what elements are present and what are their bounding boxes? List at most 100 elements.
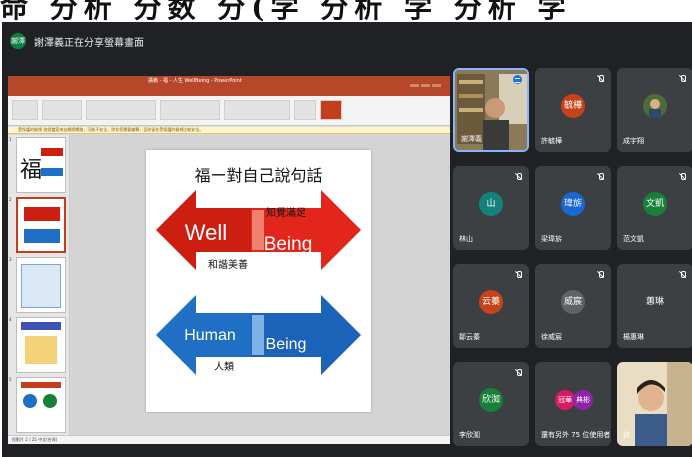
ribbon — [8, 96, 450, 126]
presenter-avatar: 謝澤 — [10, 33, 26, 49]
slide-editor[interactable]: 福ー對自己說句話 Well Being 知覺滿足 和諧美善 Human Bein… — [71, 135, 450, 435]
participant-avatar: 文凱 — [643, 192, 667, 216]
font-tools[interactable] — [86, 100, 156, 120]
thumb-shape — [21, 264, 61, 308]
fold-shape — [252, 210, 264, 250]
participant-tile[interactable]: 文凱 范文凱 — [617, 166, 692, 250]
well-label: Well — [185, 220, 227, 245]
mic-off-icon — [597, 173, 604, 181]
thumb-shape — [25, 336, 57, 364]
participant-avatar: 瑋旂 — [561, 192, 585, 216]
ppt-status-bar: 投影片 2 / 25 中文(台灣) — [8, 435, 450, 444]
speaking-indicator-icon — [513, 75, 522, 84]
thumb-shape — [23, 394, 37, 408]
participant-name: 許毓樺 — [541, 137, 562, 145]
participant-tile[interactable]: 云蓁 鄒云蓁 — [453, 264, 529, 348]
participant-avatar: 云蓁 — [479, 290, 503, 314]
mic-off-icon — [679, 75, 686, 83]
participant-name: 成宇翔 — [623, 137, 644, 145]
human-label: Human — [184, 327, 236, 344]
share-bar: 謝澤 謝澤義正在分享螢幕畫面 — [2, 22, 692, 60]
mic-off-icon — [515, 271, 522, 279]
find-icon[interactable] — [294, 100, 316, 120]
mic-off-icon — [597, 75, 604, 83]
mic-off-icon — [597, 271, 604, 279]
thumb-shape — [41, 148, 63, 156]
drawing-tools[interactable] — [224, 100, 290, 120]
participant-tile[interactable]: 毓樺 許毓樺 — [535, 68, 611, 152]
mic-off-icon — [679, 173, 686, 181]
fold-shape — [252, 315, 264, 355]
ppt-status-text: 投影片 2 / 25 中文(台灣) — [12, 437, 58, 442]
slide-thumb-5[interactable] — [16, 377, 66, 433]
mic-off-icon — [515, 173, 522, 181]
participant-avatar: 毓樺 — [561, 94, 585, 118]
participant-tile[interactable]: 瑋旂 梁瑋旂 — [535, 166, 611, 250]
participant-name: 范文凱 — [623, 235, 644, 243]
being-label-red: Being — [264, 234, 313, 255]
slide-thumb-4[interactable] — [16, 317, 66, 373]
paragraph-tools[interactable] — [160, 100, 220, 120]
ppt-title-text: 講義 - 福 - 人生 WellBeing - PowerPoint — [148, 78, 242, 84]
participant-tile[interactable]: 威宸 徐威宸 — [535, 264, 611, 348]
window-controls — [408, 77, 448, 92]
participant-avatar: 冠華 — [555, 390, 575, 410]
ribbon-tabs — [8, 87, 450, 96]
protected-view-text: 受保護的檢視 這個檔案來自網際網路，可能不安全。除非您需要編輯，否則留在受保護的… — [18, 127, 204, 132]
being-arrow-blue — [251, 295, 361, 375]
share-title: 謝澤義正在分享螢幕畫面 — [34, 38, 144, 49]
slide-graphic: Well Being 知覺滿足 和諧美善 Human Being 人類 — [156, 190, 361, 375]
slide-thumb-1[interactable]: 福 — [16, 137, 66, 193]
participant-tile[interactable]: 欣洳 李欣洳 — [453, 362, 529, 446]
shared-screen[interactable]: 講義 - 福 - 人生 WellBeing - PowerPoint 受保護的檢… — [8, 76, 450, 444]
thumb-shape — [21, 322, 61, 330]
thumb-glyph: 福 — [20, 158, 43, 183]
participant-avatar: 蕙琳 — [643, 290, 667, 314]
participant-name: 林山 — [459, 235, 473, 243]
thumb-shape — [21, 382, 61, 388]
participant-name: 李欣洳 — [459, 431, 480, 439]
slide-tools[interactable] — [42, 100, 82, 120]
mic-off-icon — [515, 369, 522, 377]
participant-avatar: 欣洳 — [479, 388, 503, 412]
being-arrow-red — [251, 190, 361, 270]
thumb-number: 5 — [9, 377, 12, 382]
participant-photo — [643, 94, 667, 118]
participant-tile[interactable]: 山 林山 — [453, 166, 529, 250]
thumb-number: 4 — [9, 317, 12, 322]
caption-red-bottom: 和諧美善 — [208, 258, 248, 271]
thumb-number: 3 — [9, 257, 12, 262]
current-slide[interactable]: 福ー對自己說句話 Well Being 知覺滿足 和諧美善 Human Bein… — [146, 150, 371, 412]
participant-name: 謝澤義 — [461, 135, 482, 143]
meeting-window: 謝澤 謝澤義正在分享螢幕畫面 講義 - 福 - 人生 WellBeing - P… — [2, 22, 692, 457]
thumb-shape — [43, 394, 57, 408]
self-video-tile[interactable]: 你 — [617, 362, 692, 446]
participant-avatar: 山 — [479, 192, 503, 216]
thumb-shape — [24, 207, 60, 221]
caption-blue-bottom: 人類 — [214, 361, 234, 373]
participant-name: 楊惠琳 — [623, 333, 644, 341]
participant-name: 鄒云蓁 — [459, 333, 480, 341]
participant-avatar: 典彬 — [573, 390, 593, 410]
participant-avatar: 威宸 — [561, 290, 585, 314]
more-participants-tile[interactable]: 冠華 典彬 還有另外 75 位使用者 — [535, 362, 611, 446]
thumb-number: 2 — [9, 197, 12, 202]
caption-text: 命 分析 分数 分(学 分析 学 分析 学 — [0, 0, 572, 22]
more-participants-label: 還有另外 75 位使用者 — [541, 431, 611, 439]
being-label-blue: Being — [266, 336, 307, 353]
participant-name: 你 — [623, 431, 630, 439]
slide-thumb-2[interactable] — [16, 197, 66, 253]
thumb-shape — [41, 168, 63, 176]
pdf-icon[interactable] — [320, 100, 342, 120]
slide-thumb-3[interactable] — [16, 257, 66, 313]
participant-name: 梁瑋旂 — [541, 235, 562, 243]
paste-icon[interactable] — [12, 100, 38, 120]
protected-view-bar: 受保護的檢視 這個檔案來自網際網路，可能不安全。除非您需要編輯，否則留在受保護的… — [8, 127, 450, 134]
thumb-number: 1 — [9, 137, 12, 142]
participant-tile[interactable]: 成宇翔 — [617, 68, 692, 152]
participant-tile-speaker[interactable]: 謝澤義 — [453, 68, 529, 152]
caption-strip: 命 分析 分数 分(学 分析 学 分析 学 — [0, 0, 692, 22]
thumb-shape — [24, 229, 60, 243]
caption-top: 知覺滿足 — [266, 206, 306, 219]
participant-tile[interactable]: 蕙琳 楊惠琳 — [617, 264, 692, 348]
